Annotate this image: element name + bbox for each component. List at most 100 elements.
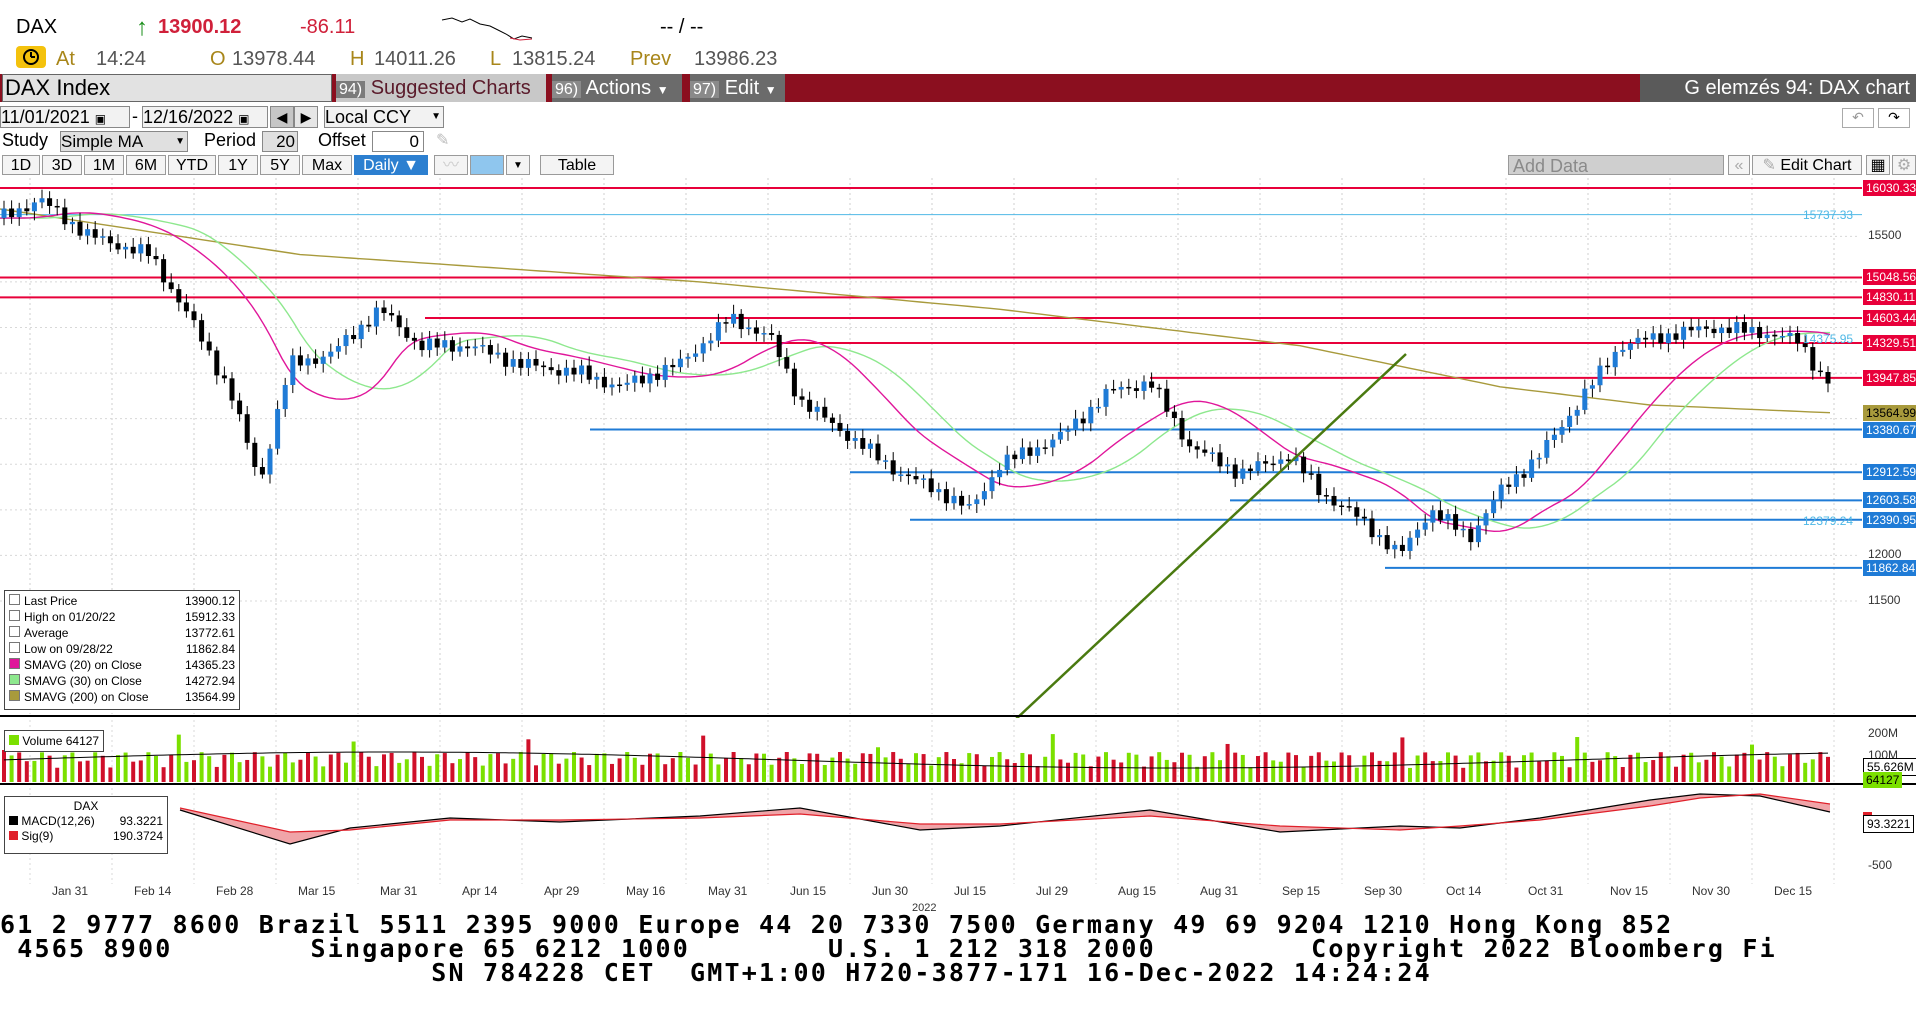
volume-bar	[55, 767, 60, 782]
sma-20-line[interactable]	[0, 212, 1831, 533]
redo-icon[interactable]: ↷	[1878, 108, 1910, 128]
calendar-icon[interactable]: ▣	[238, 112, 249, 126]
table-button[interactable]: Table	[540, 155, 614, 175]
candle-body	[898, 474, 904, 476]
candle-body	[1726, 327, 1732, 334]
y-tick: 12000	[1868, 547, 1902, 562]
candle-body	[1779, 335, 1785, 338]
volume-bar	[1119, 762, 1124, 782]
candle-body	[1141, 381, 1147, 391]
candle-body	[845, 430, 851, 441]
undo-icon[interactable]: ↶	[1842, 108, 1874, 128]
macd-value: 93.3221	[119, 814, 163, 828]
candle-body	[525, 358, 531, 368]
offset-input[interactable]: 0	[372, 131, 424, 152]
volume-bar	[397, 762, 402, 782]
volume-bar	[1005, 759, 1010, 782]
sma-30-line[interactable]	[0, 213, 1830, 529]
candle-body	[1255, 461, 1261, 471]
legend-row: SMAVG (30) on Close 14272.94	[9, 673, 235, 689]
pencil-icon[interactable]: ✎	[436, 130, 449, 150]
volume-bar	[868, 753, 873, 782]
study-type-select[interactable]: Simple MA ▼	[60, 131, 188, 152]
range-1d-button[interactable]: 1D	[2, 155, 40, 175]
calendar-icon[interactable]: ▣	[95, 112, 106, 126]
scroll-left-button[interactable]: ◀	[270, 106, 294, 128]
volume-bar	[366, 756, 371, 782]
volume-bar	[245, 759, 250, 782]
volume-bar	[739, 758, 744, 782]
range-max-button[interactable]: Max	[302, 155, 352, 175]
volume-bar	[1385, 761, 1390, 782]
chart-type-caret-icon[interactable]: ▼	[506, 155, 530, 175]
trend-line[interactable]	[968, 353, 1407, 718]
volume-bar	[275, 754, 280, 782]
frequency-select[interactable]: Daily ▼	[354, 155, 428, 175]
edit-menu[interactable]: 97) Edit ▼	[690, 74, 785, 102]
volume-bar	[237, 762, 242, 782]
price-chart[interactable]	[0, 178, 1916, 718]
candle-body	[548, 367, 554, 371]
collapse-icon[interactable]: «	[1728, 155, 1750, 175]
date-separator: -	[132, 106, 138, 126]
range-1y-button[interactable]: 1Y	[218, 155, 258, 175]
price-tag: 12912.59	[1863, 464, 1916, 481]
range-5y-button[interactable]: 5Y	[260, 155, 300, 175]
gear-icon[interactable]: ⚙	[1892, 155, 1916, 175]
alert-clock-icon[interactable]	[16, 46, 46, 68]
candle-body	[974, 499, 980, 505]
volume-bar	[914, 753, 918, 782]
candle-body	[290, 355, 296, 385]
sma-200-line[interactable]	[0, 208, 1831, 414]
range-ytd-button[interactable]: YTD	[168, 155, 216, 175]
volume-bar	[716, 764, 721, 782]
actions-label: Actions	[585, 77, 652, 99]
candle-body	[183, 302, 189, 312]
candle-body	[1042, 447, 1048, 449]
candle-body	[1270, 463, 1276, 466]
candle-body	[1111, 388, 1117, 391]
range-6m-button[interactable]: 6M	[126, 155, 166, 175]
end-date-field[interactable]: 12/16/2022 ▣	[142, 106, 268, 128]
suggested-charts-button[interactable]: 94) Suggested Charts	[336, 74, 546, 102]
candle-body	[366, 324, 372, 327]
currency-select[interactable]: Local CCY ▼	[324, 106, 444, 128]
legend-row: SMAVG (20) on Close 14365.23	[9, 657, 235, 673]
range-3d-button[interactable]: 3D	[42, 155, 82, 175]
volume-bar	[1491, 760, 1496, 782]
security-field[interactable]: DAX Index	[2, 74, 332, 102]
x-tick-label: Jul 29	[1036, 884, 1069, 898]
range-1m-button[interactable]: 1M	[84, 155, 124, 175]
actions-number: 96)	[552, 81, 582, 98]
candle-body	[807, 399, 813, 412]
candle-body	[814, 406, 820, 412]
candle-body	[123, 246, 129, 250]
volume-bar	[959, 763, 964, 782]
volume-bar	[480, 765, 485, 782]
volume-bar	[154, 755, 158, 782]
period-input[interactable]: 20	[262, 131, 298, 152]
line-chart-icon[interactable]: 〰	[434, 155, 468, 175]
candle-body	[1187, 439, 1193, 447]
actions-menu[interactable]: 96) Actions ▼	[552, 74, 682, 102]
candle-body	[1605, 365, 1611, 368]
scroll-right-button[interactable]: ▶	[294, 106, 318, 128]
volume-bar	[929, 765, 934, 782]
volume-bar	[230, 752, 234, 782]
legend-swatch	[9, 626, 20, 637]
volume-bar	[594, 753, 599, 782]
volume-bar	[1628, 754, 1633, 782]
add-data-input[interactable]: Add Data	[1508, 155, 1724, 176]
candle-body	[1483, 513, 1489, 526]
candle-body	[199, 320, 205, 342]
volume-bar	[974, 754, 979, 782]
edit-chart-button[interactable]: ✎ Edit Chart	[1752, 155, 1862, 175]
volume-bar	[184, 761, 189, 782]
candle-body	[1346, 506, 1352, 508]
legend-value: 13772.61	[184, 626, 235, 640]
chart-settings-icon[interactable]: ▦	[1866, 155, 1890, 175]
candle-body	[510, 359, 516, 367]
start-date-field[interactable]: 11/01/2021 ▣	[0, 106, 130, 128]
volume-bar	[199, 752, 204, 782]
candle-chart-icon[interactable]	[470, 155, 504, 175]
